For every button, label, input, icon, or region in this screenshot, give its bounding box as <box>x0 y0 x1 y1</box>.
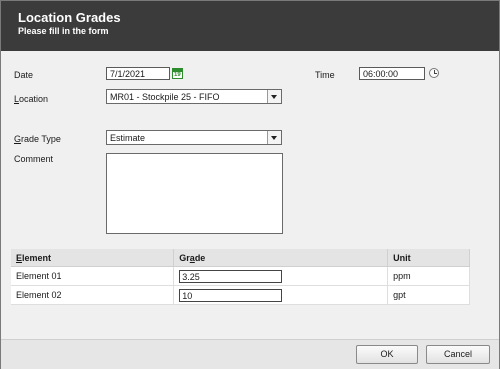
calendar-icon-day: 19 <box>174 72 181 78</box>
table-header-row: Element Grade Unit <box>11 249 470 267</box>
grade-type-select[interactable]: Estimate <box>106 130 282 145</box>
dialog-title: Location Grades <box>18 10 121 25</box>
grade-cell: 10 <box>173 285 389 305</box>
comment-label: Comment <box>14 154 54 164</box>
dialog-header: Location Grades Please fill in the form <box>1 1 499 51</box>
table-row: Element 01 3.25 ppm <box>11 266 470 286</box>
column-header-grade-post: de <box>194 252 206 263</box>
column-header-grade-pre: Gr <box>179 252 190 263</box>
dialog-subtitle: Please fill in the form <box>18 26 109 36</box>
date-input[interactable]: 7/1/2021 <box>106 67 170 80</box>
element-cell: Element 02 <box>11 285 175 305</box>
column-header-element[interactable]: Element <box>11 249 175 267</box>
chevron-down-icon[interactable] <box>267 131 281 144</box>
column-header-unit[interactable]: Unit <box>387 249 470 267</box>
unit-cell: gpt <box>387 285 470 305</box>
cancel-button[interactable]: Cancel <box>426 345 490 364</box>
ok-button[interactable]: OK <box>356 345 418 364</box>
element-cell: Element 01 <box>11 266 175 286</box>
location-select[interactable]: MR01 - Stockpile 25 - FIFO <box>106 89 282 104</box>
time-input[interactable]: 06:00:00 <box>359 67 425 80</box>
location-label: Location <box>14 94 48 104</box>
grade-input[interactable]: 3.25 <box>179 269 283 283</box>
column-header-element-rest: lement <box>22 252 52 263</box>
calendar-icon[interactable]: 19 <box>172 68 183 79</box>
comment-textarea[interactable] <box>106 153 283 234</box>
grade-type-label: Grade Type <box>14 134 61 144</box>
grade-input[interactable]: 10 <box>179 288 283 302</box>
clock-icon[interactable] <box>429 68 439 78</box>
table-row: Element 02 10 gpt <box>11 285 470 305</box>
date-label: Date <box>14 70 34 80</box>
unit-cell: ppm <box>387 266 470 286</box>
chevron-down-icon[interactable] <box>267 90 281 103</box>
location-grades-dialog: Location Grades Please fill in the form … <box>0 0 500 369</box>
grade-type-label-rest: rade Type <box>21 134 61 144</box>
time-label: Time <box>315 70 335 80</box>
grade-cell: 3.25 <box>173 266 389 286</box>
dialog-footer: OK Cancel <box>1 339 499 369</box>
location-select-value: MR01 - Stockpile 25 - FIFO <box>110 92 220 102</box>
grade-type-select-value: Estimate <box>110 133 146 143</box>
location-label-rest: ocation <box>19 94 49 104</box>
grades-table: Element Grade Unit Element 01 3.25 ppm E… <box>11 249 470 305</box>
grade-type-label-accesskey: G <box>14 134 22 144</box>
column-header-grade[interactable]: Grade <box>173 249 389 267</box>
